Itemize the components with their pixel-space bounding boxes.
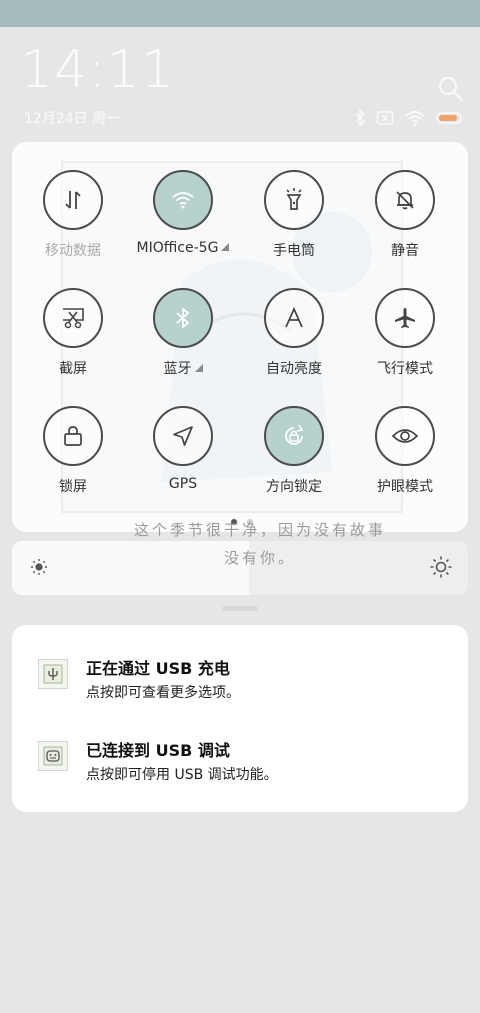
status-icons [354,109,464,127]
notification-body: 点按即可查看更多选项。 [86,685,240,701]
date-label: 12月24日 周一 [24,111,121,127]
tile-label: 静音 [391,243,419,259]
tile-lock-screen[interactable]: 锁屏 [16,378,130,495]
bluetooth-status-icon [355,109,366,127]
tile-label: 锁屏 [59,479,87,495]
notification-title: 正在通过 USB 充电 [86,659,230,678]
notification-usb-debugging[interactable]: 已连接到 USB 调试 点按即可停用 USB 调试功能。 [12,737,468,797]
expand-indicator-icon [221,243,230,251]
drag-handle[interactable] [222,606,258,611]
tile-label: 截屏 [59,361,87,377]
lock-icon [43,406,103,466]
tile-screenshot[interactable]: 截屏 [16,260,130,377]
notification-usb-charging[interactable]: 正在通过 USB 充电 点按即可查看更多选项。 [12,655,468,715]
tile-label: 飞行模式 [377,361,433,377]
tile-label: 蓝牙 [163,361,192,377]
tile-wifi[interactable]: MIOffice-5G [126,142,240,256]
notification-body: 点按即可停用 USB 调试功能。 [86,767,278,783]
eye-icon [375,406,435,466]
bluetooth-icon [153,288,213,348]
location-arrow-icon [153,406,213,466]
quick-settings-panel: 移动数据 MIOffice-5G 手电筒 静音 截屏 蓝牙 自动亮度 飞行模式 … [12,142,468,532]
clock: 14:11 [20,40,175,100]
brightness-low-icon [31,559,47,575]
tile-label: 方向锁定 [266,479,322,495]
no-sim-icon [376,111,394,125]
status-band [0,0,480,27]
battery-icon [436,112,462,124]
mobile-data-icon [43,170,103,230]
brightness-high-icon [430,556,452,578]
tile-auto-brightness[interactable]: 自动亮度 [237,260,351,377]
screenshot-icon [43,288,103,348]
tile-label: 自动亮度 [266,361,322,377]
expand-indicator-icon [194,364,203,372]
tile-mobile-data[interactable]: 移动数据 [16,142,130,259]
tile-label-wrap: 蓝牙 [126,358,240,378]
tile-airplane[interactable]: 飞行模式 [348,260,462,377]
tile-gps[interactable]: GPS [126,378,240,492]
search-icon [438,76,464,102]
tile-label: 手电筒 [273,243,315,259]
tile-label: GPS [168,476,198,492]
rotation-lock-icon [264,406,324,466]
mute-bell-icon [375,170,435,230]
wallpaper-text: 这个季节很干净，因为没有故事没有你。 [133,521,386,567]
tile-rotation-lock[interactable]: 方向锁定 [237,378,351,495]
notification-card: 正在通过 USB 充电 点按即可查看更多选项。 已连接到 USB 调试 点按即可… [12,625,468,812]
airplane-icon [375,288,435,348]
flashlight-icon [264,170,324,230]
auto-brightness-icon [264,288,324,348]
tile-label: 护眼模式 [377,479,433,495]
wifi-status-icon [405,111,425,126]
android-debug-icon [38,741,68,771]
usb-charge-icon [38,659,68,689]
wifi-icon [153,170,213,230]
tile-eye-protection[interactable]: 护眼模式 [348,378,462,495]
tile-label: 移动数据 [45,243,101,259]
search-button[interactable] [436,74,466,104]
tile-mute[interactable]: 静音 [348,142,462,259]
tile-label: MIOffice-5G [136,240,219,256]
notification-title: 已连接到 USB 调试 [86,741,230,760]
tile-bluetooth[interactable]: 蓝牙 [126,260,240,377]
tile-flashlight[interactable]: 手电筒 [237,142,351,259]
tile-label-wrap: MIOffice-5G [126,240,240,256]
